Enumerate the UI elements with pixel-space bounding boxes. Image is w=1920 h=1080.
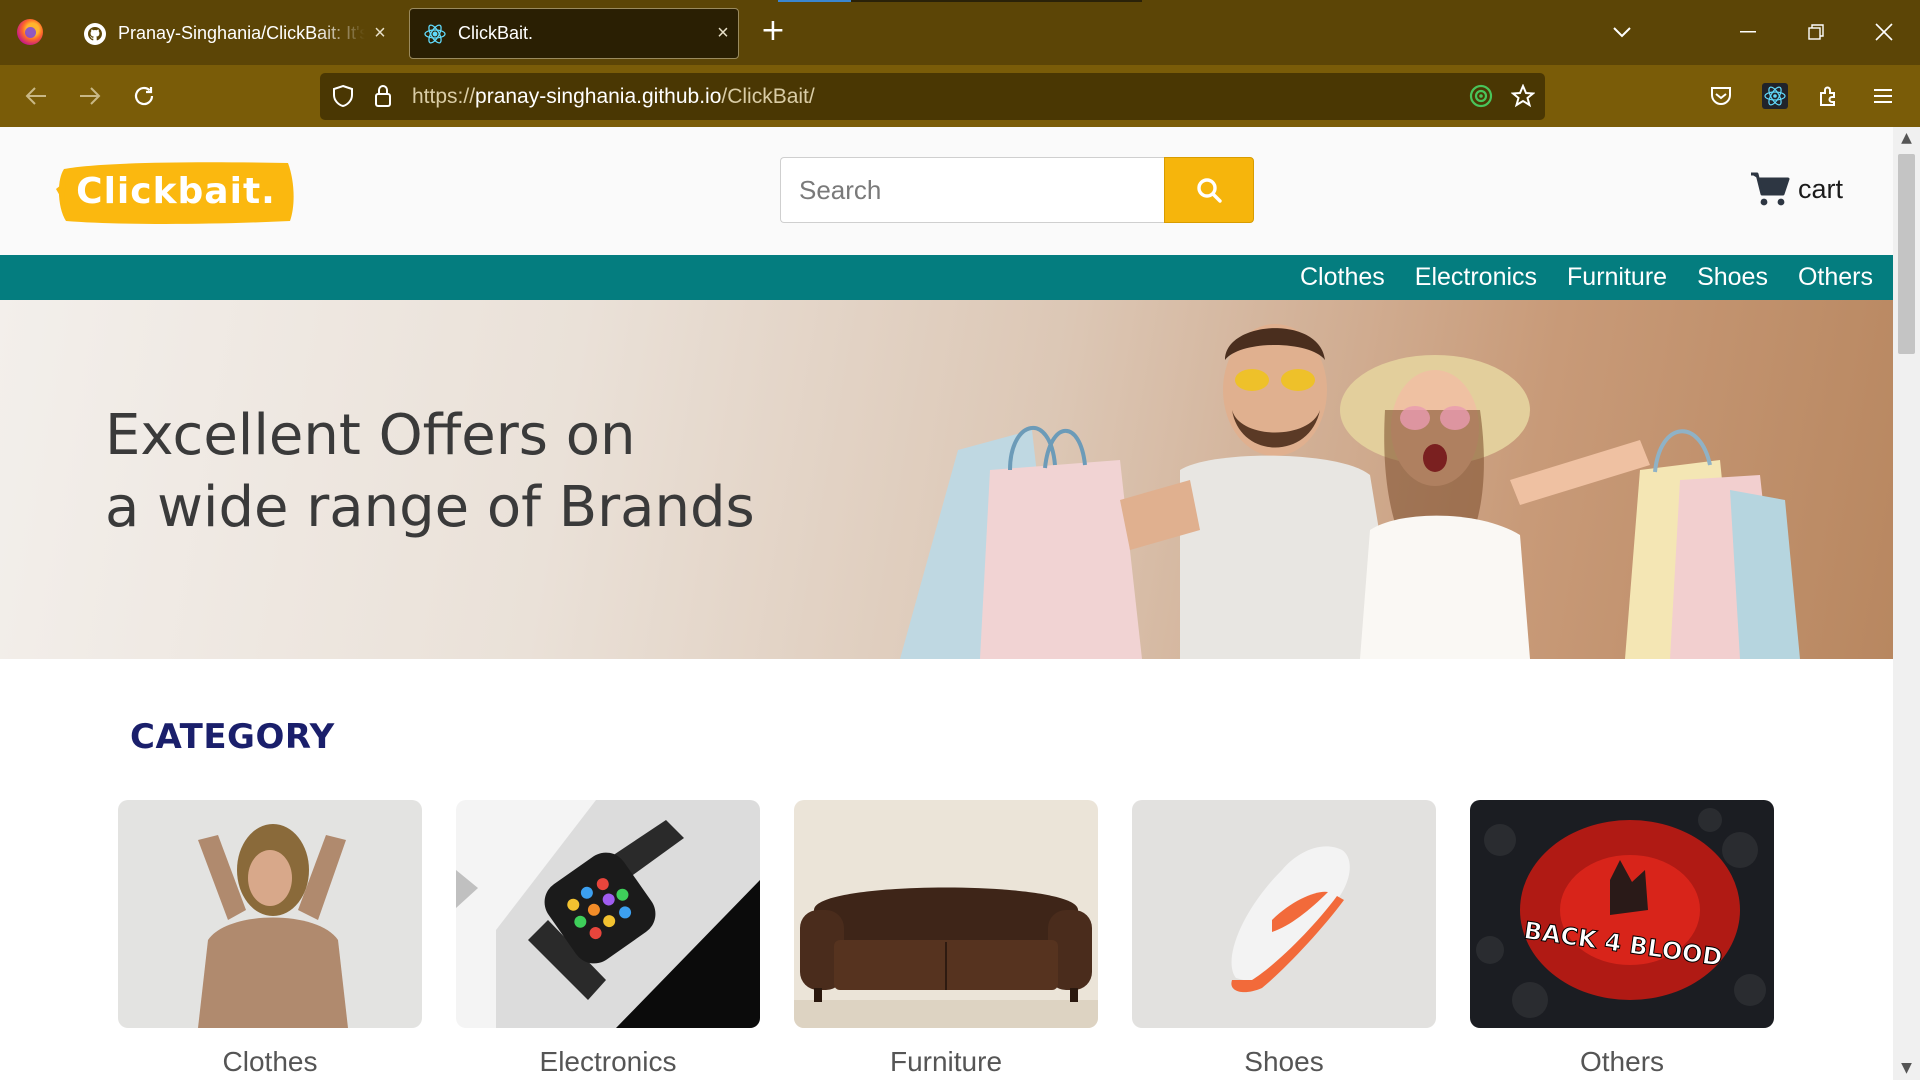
category-label: Shoes [1244,1046,1324,1077]
tab-title: ClickBait. [458,23,534,43]
sneaker-image [1132,800,1436,1028]
react-icon [422,21,448,47]
nav-electronics[interactable]: Electronics [1415,263,1537,292]
category-card-shoes[interactable]: Shoes [1132,800,1436,1078]
nav-clothes[interactable]: Clothes [1300,263,1385,292]
nav-furniture[interactable]: Furniture [1567,263,1667,292]
github-icon [82,21,108,47]
category-card-furniture[interactable]: Furniture [794,800,1098,1078]
search-button[interactable] [1164,157,1254,223]
category-label: Electronics [539,1046,677,1077]
sofa-image [794,800,1098,1028]
cart-button[interactable]: cart [1750,169,1843,209]
browser-toolbar: https://pranay-singhania.github.io/Click… [0,65,1920,127]
tab-title: Pranay-Singhania/ClickBait: It's a [118,23,365,43]
tracking-protection-icon[interactable] [1468,83,1494,109]
menu-icon[interactable] [1866,79,1900,113]
category-nav: Clothes Electronics Furniture Shoes Othe… [0,255,1893,300]
category-label: Clothes [222,1046,318,1077]
category-label: Furniture [889,1046,1003,1077]
category-title: CATEGORY [130,717,335,757]
smartwatch-image [456,800,760,1028]
shield-icon[interactable] [330,83,356,109]
category-cards: Clothes Electronics Furniture Shoes BACK… [118,800,1778,1080]
search-input[interactable] [780,157,1164,223]
tab-close-icon[interactable]: × [708,22,738,45]
page-scrollbar[interactable]: ▲ ▼ [1893,127,1920,1080]
firefox-icon[interactable] [17,19,43,45]
game-cover-image: BACK 4 BLOOD [1470,800,1774,1028]
banner-headline: Excellent Offers on a wide range of Bran… [105,403,755,540]
react-devtools-icon[interactable] [1758,79,1792,113]
cart-icon [1751,172,1790,206]
search-icon [1197,178,1222,203]
scroll-down-icon[interactable]: ▼ [1899,1061,1914,1076]
logo-text: Clickbait. [76,171,276,212]
restore-icon[interactable] [1794,14,1838,50]
category-card-electronics[interactable]: Electronics [456,800,760,1078]
nav-shoes[interactable]: Shoes [1697,263,1768,292]
pocket-icon[interactable] [1704,79,1738,113]
tab-github[interactable]: Pranay-Singhania/ClickBait: It's a × [70,8,395,59]
site-logo[interactable]: Clickbait. [56,159,296,225]
clothes-image [118,800,422,1028]
tab-close-icon[interactable]: × [365,22,395,45]
shoppers-image [900,324,1800,659]
search-form [780,157,1254,223]
tab-clickbait[interactable]: ClickBait. × [409,8,739,59]
category-card-clothes[interactable]: Clothes [118,800,422,1078]
page-viewport: Clickbait. cart Clothes Electronics Furn… [0,127,1893,1080]
lock-icon[interactable] [370,83,396,109]
url-text[interactable]: https://pranay-singhania.github.io/Click… [412,85,815,109]
forward-icon[interactable] [73,79,107,113]
scroll-up-icon[interactable]: ▲ [1899,131,1914,146]
bookmark-star-icon[interactable] [1510,83,1536,109]
tab-list-icon[interactable] [1600,14,1644,50]
back-icon[interactable] [19,79,53,113]
category-card-others[interactable]: BACK 4 BLOOD Others [1470,800,1774,1078]
loading-indicator [778,0,1142,2]
reload-icon[interactable] [127,79,161,113]
hero-banner[interactable]: Excellent Offers on a wide range of Bran… [0,300,1893,659]
close-window-icon[interactable] [1862,14,1906,50]
cart-label: cart [1798,173,1844,204]
extensions-icon[interactable] [1812,79,1846,113]
new-tab-button[interactable]: + [757,16,789,48]
category-label: Others [1579,1046,1665,1077]
scroll-thumb[interactable] [1898,154,1915,354]
site-header: Clickbait. cart [0,127,1893,255]
address-bar[interactable]: https://pranay-singhania.github.io/Click… [320,73,1545,120]
minimize-icon[interactable] [1726,14,1770,50]
browser-tab-bar: Pranay-Singhania/ClickBait: It's a × Cli… [0,0,1920,65]
nav-others[interactable]: Others [1798,263,1873,292]
